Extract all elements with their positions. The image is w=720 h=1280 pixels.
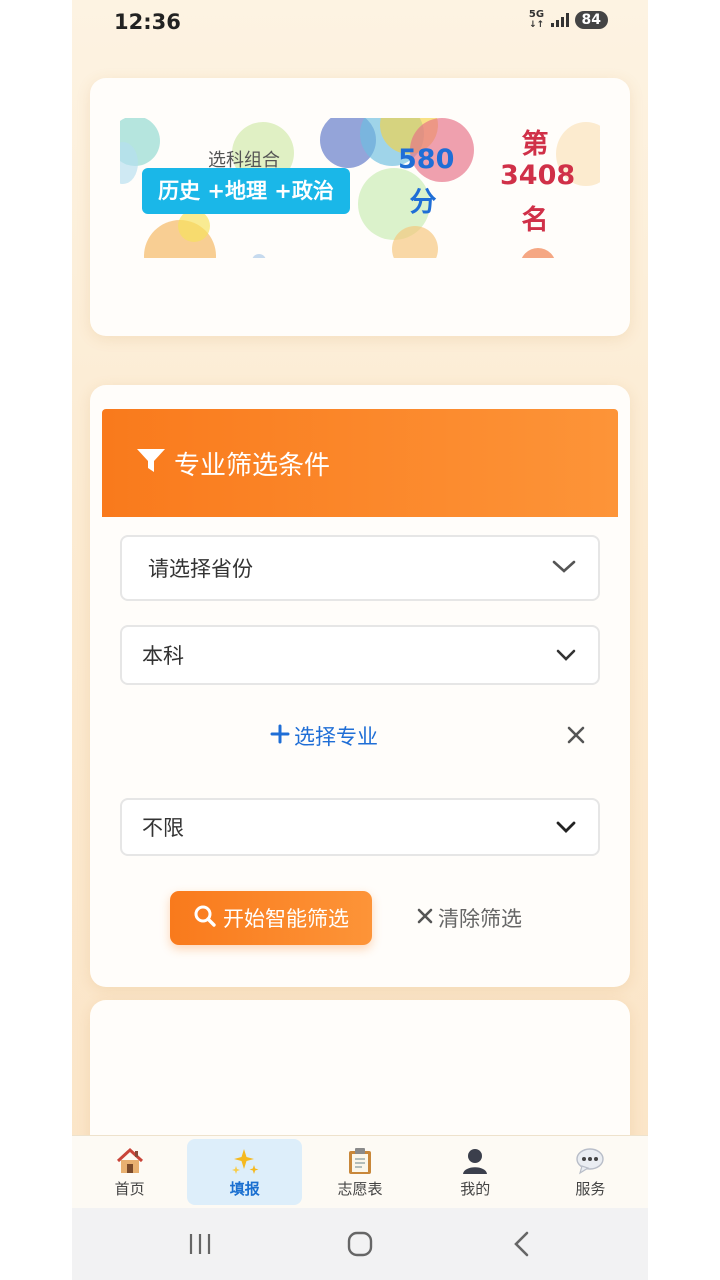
status-icons: 5G ↓↑ 84 xyxy=(529,10,608,30)
level-select-value: 本科 xyxy=(142,644,184,668)
score-unit: 分 xyxy=(409,187,437,218)
start-filter-label: 开始智能筛选 xyxy=(223,907,349,931)
home-button[interactable] xyxy=(340,1226,380,1262)
close-icon[interactable] xyxy=(564,723,588,747)
level-select[interactable]: 本科 xyxy=(120,625,600,685)
choose-major-button[interactable]: 选择专业 xyxy=(270,721,378,751)
filter-header: 专业筛选条件 xyxy=(102,409,618,517)
status-bar: 12:36 5G ↓↑ 84 xyxy=(72,0,648,48)
plus-icon xyxy=(270,724,290,749)
tab-label: 服务 xyxy=(575,1180,606,1198)
combo-value-badge: 历史 +地理 +政治 xyxy=(142,168,350,214)
funnel-icon xyxy=(136,447,166,479)
network-type: 5G xyxy=(528,9,545,20)
tab-label: 填报 xyxy=(229,1180,260,1198)
tab-label: 志愿表 xyxy=(337,1180,383,1198)
chevron-down-icon xyxy=(556,646,576,665)
tab-mine[interactable]: 我的 xyxy=(418,1136,533,1208)
decor-bubble xyxy=(392,226,438,258)
rank-value: 3408 xyxy=(500,160,576,191)
score-card: 选科组合 历史 +地理 +政治 580 分 第 3408 名 xyxy=(90,78,630,336)
clear-filter-label: 清除筛选 xyxy=(438,907,522,931)
clipboard-icon xyxy=(347,1146,373,1176)
search-icon xyxy=(193,904,217,933)
limit-select-value: 不限 xyxy=(142,816,184,840)
limit-select[interactable]: 不限 xyxy=(120,798,600,856)
clear-filter-button[interactable]: 清除筛选 xyxy=(416,891,522,945)
decor-bubble xyxy=(178,210,210,242)
decor-bubble xyxy=(252,254,266,258)
chevron-down-icon xyxy=(556,818,576,837)
province-select-value: 请选择省份 xyxy=(148,557,253,581)
system-nav-bar xyxy=(72,1208,648,1280)
chat-bubble-icon xyxy=(575,1146,605,1176)
user-icon xyxy=(461,1146,489,1176)
back-button[interactable] xyxy=(502,1226,542,1262)
battery-indicator: 84 xyxy=(574,11,608,29)
signal-icon xyxy=(550,13,569,27)
bottom-tab-bar: 首页 填报 志愿表 我的 服务 xyxy=(72,1135,648,1208)
filter-card: 专业筛选条件 请选择省份 本科 选择专业 不限 开始智能筛选 清除筛选 xyxy=(90,385,630,987)
tab-label: 我的 xyxy=(460,1180,491,1198)
tab-wishlist[interactable]: 志愿表 xyxy=(302,1136,417,1208)
home-icon xyxy=(115,1146,145,1176)
score-value: 580 xyxy=(398,144,455,175)
phone-screen: 12:36 5G ↓↑ 84 选科组合 历史 +地理 +政治 580 分 第 3… xyxy=(72,0,648,1280)
start-filter-button[interactable]: 开始智能筛选 xyxy=(170,891,372,945)
rank-suffix: 名 xyxy=(521,205,549,236)
network-icon: 5G ↓↑ xyxy=(528,9,545,31)
status-time: 12:36 xyxy=(114,10,181,34)
recent-apps-button[interactable] xyxy=(180,1226,220,1262)
chevron-down-icon xyxy=(552,559,576,578)
score-banner: 选科组合 历史 +地理 +政治 580 分 第 3408 名 xyxy=(120,118,600,258)
filter-title: 专业筛选条件 xyxy=(174,450,331,481)
tab-apply[interactable]: 填报 xyxy=(187,1139,303,1205)
province-select[interactable]: 请选择省份 xyxy=(120,535,600,601)
close-icon xyxy=(416,906,434,930)
tab-home[interactable]: 首页 xyxy=(72,1136,187,1208)
choose-major-label: 选择专业 xyxy=(294,725,378,749)
decor-bubble xyxy=(520,248,556,258)
tab-service[interactable]: 服务 xyxy=(533,1136,648,1208)
sparkles-icon xyxy=(230,1146,260,1176)
tab-label: 首页 xyxy=(114,1180,145,1198)
rank-prefix: 第 xyxy=(521,129,549,160)
